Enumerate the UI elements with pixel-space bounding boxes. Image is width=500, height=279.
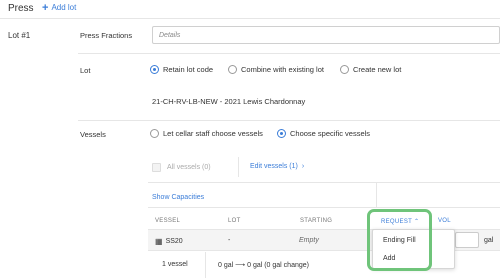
radio-selected-icon: [277, 129, 286, 138]
radio-unselected-icon: [150, 129, 159, 138]
radio-choose-specific-vessels[interactable]: Choose specific vessels: [277, 129, 370, 138]
summary-volume-change: 0 gal ⟶ 0 gal (0 gal change): [218, 262, 309, 269]
radio-unselected-icon: [340, 65, 349, 74]
divider: [78, 53, 500, 54]
divider: [148, 182, 500, 183]
lot-cell: -: [228, 237, 231, 244]
chevron-right-icon: ›: [301, 163, 305, 170]
divider: [376, 183, 377, 207]
radio-cellar-staff-choose[interactable]: Let cellar staff choose vessels: [150, 129, 263, 138]
vessel-name: SS20: [165, 238, 183, 245]
add-lot-label: Add lot: [51, 3, 77, 12]
add-lot-button[interactable]: + Add lot: [42, 1, 77, 14]
highlight-annotation: [367, 209, 432, 271]
volume-unit: gal: [484, 237, 494, 244]
summary-vessel-count: 1 vessel: [162, 261, 188, 268]
column-header-starting: STARTING: [300, 218, 333, 224]
radio-label: Let cellar staff choose vessels: [163, 129, 263, 138]
column-header-lot: LOT: [228, 218, 241, 224]
divider: [205, 252, 206, 278]
show-capacities-link[interactable]: Show Capacities: [152, 194, 204, 201]
all-vessels-label: All vessels (0): [167, 164, 211, 171]
press-fractions-label: Press Fractions: [80, 31, 133, 40]
edit-vessels-link[interactable]: Edit vessels (1) ›: [250, 163, 304, 170]
volume-input[interactable]: [455, 232, 479, 248]
radio-label: Choose specific vessels: [290, 129, 371, 138]
vessel-cell: ▦ SS20: [155, 237, 183, 246]
all-vessels-checkbox: All vessels (0): [152, 163, 211, 172]
divider: [148, 207, 500, 208]
edit-vessels-label: Edit vessels (1): [250, 163, 298, 170]
vessels-label: Vessels: [80, 130, 106, 139]
divider: [78, 120, 500, 121]
radio-label: Combine with existing lot: [241, 65, 324, 74]
radio-selected-icon: [150, 65, 159, 74]
starting-cell: Empty: [299, 237, 319, 244]
divider: [0, 18, 500, 19]
lot-field-label: Lot: [80, 66, 91, 75]
radio-combine-existing-lot[interactable]: Combine with existing lot: [228, 65, 324, 74]
radio-retain-lot-code[interactable]: Retain lot code: [150, 65, 213, 74]
vessel-icon: ▦: [155, 237, 163, 246]
column-header-vessel: VESSEL: [155, 218, 181, 224]
radio-unselected-icon: [228, 65, 237, 74]
column-header-vol[interactable]: VOL: [438, 218, 451, 224]
divider: [238, 157, 239, 177]
section-title: Press: [8, 3, 34, 14]
radio-label: Create new lot: [353, 65, 402, 74]
plus-icon: +: [42, 1, 49, 14]
press-fractions-input[interactable]: Details: [152, 26, 500, 44]
checkbox-icon: [152, 163, 161, 172]
radio-label: Retain lot code: [163, 65, 214, 74]
lot-code-text: 21-CH-RV-LB-NEW - 2021 Lewis Chardonnay: [152, 97, 306, 106]
radio-create-new-lot[interactable]: Create new lot: [340, 65, 401, 74]
lot-number-label: Lot #1: [8, 31, 31, 40]
